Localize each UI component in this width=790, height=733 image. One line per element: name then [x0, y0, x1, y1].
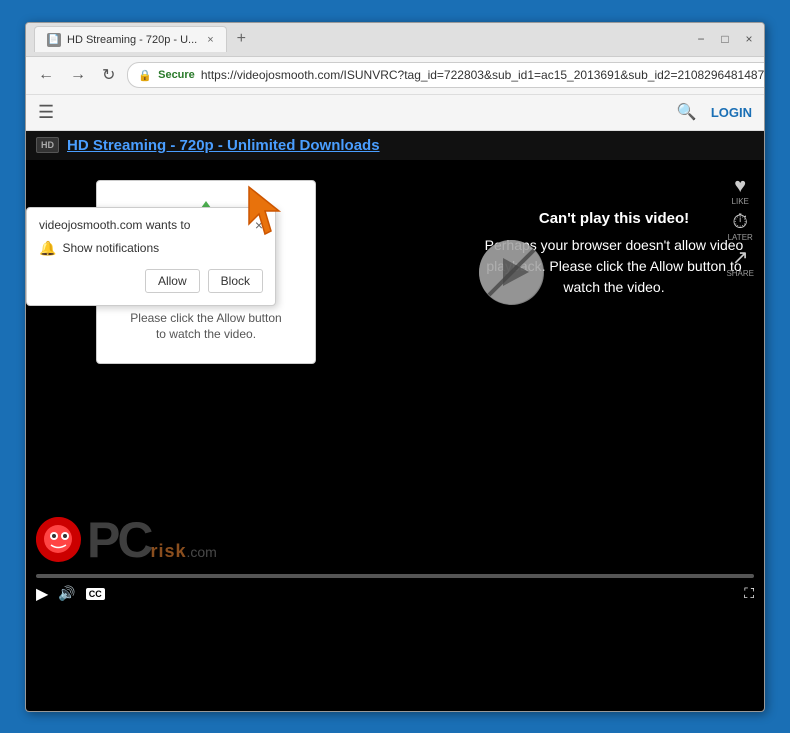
popup-header: videojosmooth.com wants to ×: [39, 218, 263, 232]
browser-window: 📄 HD Streaming - 720p - U... × + − □ × ←…: [25, 22, 765, 712]
login-button[interactable]: LOGIN: [711, 105, 752, 120]
maximize-button[interactable]: □: [718, 32, 732, 46]
close-button[interactable]: ×: [742, 32, 756, 46]
popup-buttons: Allow Block: [39, 269, 263, 293]
fullscreen-button[interactable]: ⛶: [744, 585, 754, 602]
dotcom-text: .com: [187, 544, 217, 560]
forward-button[interactable]: →: [66, 64, 90, 86]
share-label: SHARE: [726, 269, 754, 278]
block-button[interactable]: Block: [208, 269, 263, 293]
bell-icon: 🔔: [39, 240, 56, 257]
title-bar: 📄 HD Streaming - 720p - U... × + − □ ×: [26, 23, 764, 57]
share-button[interactable]: ↗ SHARE: [726, 248, 754, 278]
hd-badge: HD: [36, 137, 59, 153]
video-controls: ▶ 🔊 CC ⛶: [26, 570, 764, 620]
controls-row: ▶ 🔊 CC ⛶: [36, 584, 754, 604]
popup-title: videojosmooth.com wants to: [39, 218, 255, 232]
later-button[interactable]: ⏱ LATER: [726, 212, 754, 242]
url-text: https://videojosmooth.com/ISUNVRC?tag_id…: [201, 68, 765, 82]
please-click-desc: Please click the Allow button to watch t…: [127, 310, 285, 344]
address-bar: ← → ↻ 🔒 Secure https://videojosmooth.com…: [26, 57, 764, 95]
lock-icon: 🔒: [138, 69, 152, 82]
video-top-bar: HD HD Streaming - 720p - Unlimited Downl…: [26, 131, 764, 160]
pcrisk-text: PC risk .com: [87, 515, 217, 565]
heart-icon: ♥: [734, 176, 746, 196]
address-input[interactable]: 🔒 Secure https://videojosmooth.com/ISUNV…: [127, 62, 765, 88]
site-toolbar: ☰ 🔍 LOGIN: [26, 95, 764, 131]
tab-close-button[interactable]: ×: [207, 34, 213, 46]
volume-icon[interactable]: 🔊: [58, 585, 75, 602]
browser-tab[interactable]: 📄 HD Streaming - 720p - U... ×: [34, 26, 227, 52]
progress-bar[interactable]: [36, 574, 754, 578]
risk-text: risk: [150, 541, 186, 562]
play-control-button[interactable]: ▶: [36, 584, 48, 604]
like-button[interactable]: ♥ LIKE: [726, 176, 754, 206]
like-label: LIKE: [732, 197, 749, 206]
cc-button[interactable]: CC: [86, 588, 105, 600]
new-tab-button[interactable]: +: [233, 30, 250, 48]
video-side-icons: ♥ LIKE ⏱ LATER ↗ SHARE: [726, 176, 754, 278]
back-button[interactable]: ←: [34, 64, 58, 86]
tab-title: HD Streaming - 720p - U...: [67, 34, 197, 46]
pcrisk-watermark: PC risk .com: [36, 515, 217, 565]
play-button-area[interactable]: [479, 240, 544, 305]
show-notifications-label: Show notifications: [62, 241, 159, 255]
minimize-button[interactable]: −: [694, 32, 708, 46]
hamburger-menu-icon[interactable]: ☰: [38, 102, 54, 123]
notification-popup: videojosmooth.com wants to × 🔔 Show noti…: [26, 207, 276, 306]
pc-text: PC: [87, 515, 150, 565]
clock-icon: ⏱: [732, 212, 748, 232]
secure-label: Secure: [158, 69, 195, 81]
video-title[interactable]: HD Streaming - 720p - Unlimited Download…: [67, 137, 380, 154]
play-button-circle[interactable]: [479, 240, 544, 305]
search-button[interactable]: 🔍: [677, 102, 697, 122]
refresh-button[interactable]: ↻: [98, 63, 119, 87]
cant-play-title: Can't play this video!: [484, 210, 744, 227]
video-top-left: HD HD Streaming - 720p - Unlimited Downl…: [36, 137, 380, 154]
later-label: LATER: [728, 233, 753, 242]
share-icon: ↗: [732, 248, 749, 268]
pcrisk-logo: [36, 517, 81, 562]
tab-favicon: 📄: [47, 33, 61, 47]
orange-cursor-arrow: [241, 179, 301, 254]
popup-notification-row: 🔔 Show notifications: [39, 240, 263, 257]
content-wrapper: videojosmooth.com wants to × 🔔 Show noti…: [26, 131, 764, 711]
allow-button[interactable]: Allow: [145, 269, 200, 293]
window-controls: − □ ×: [694, 32, 756, 46]
